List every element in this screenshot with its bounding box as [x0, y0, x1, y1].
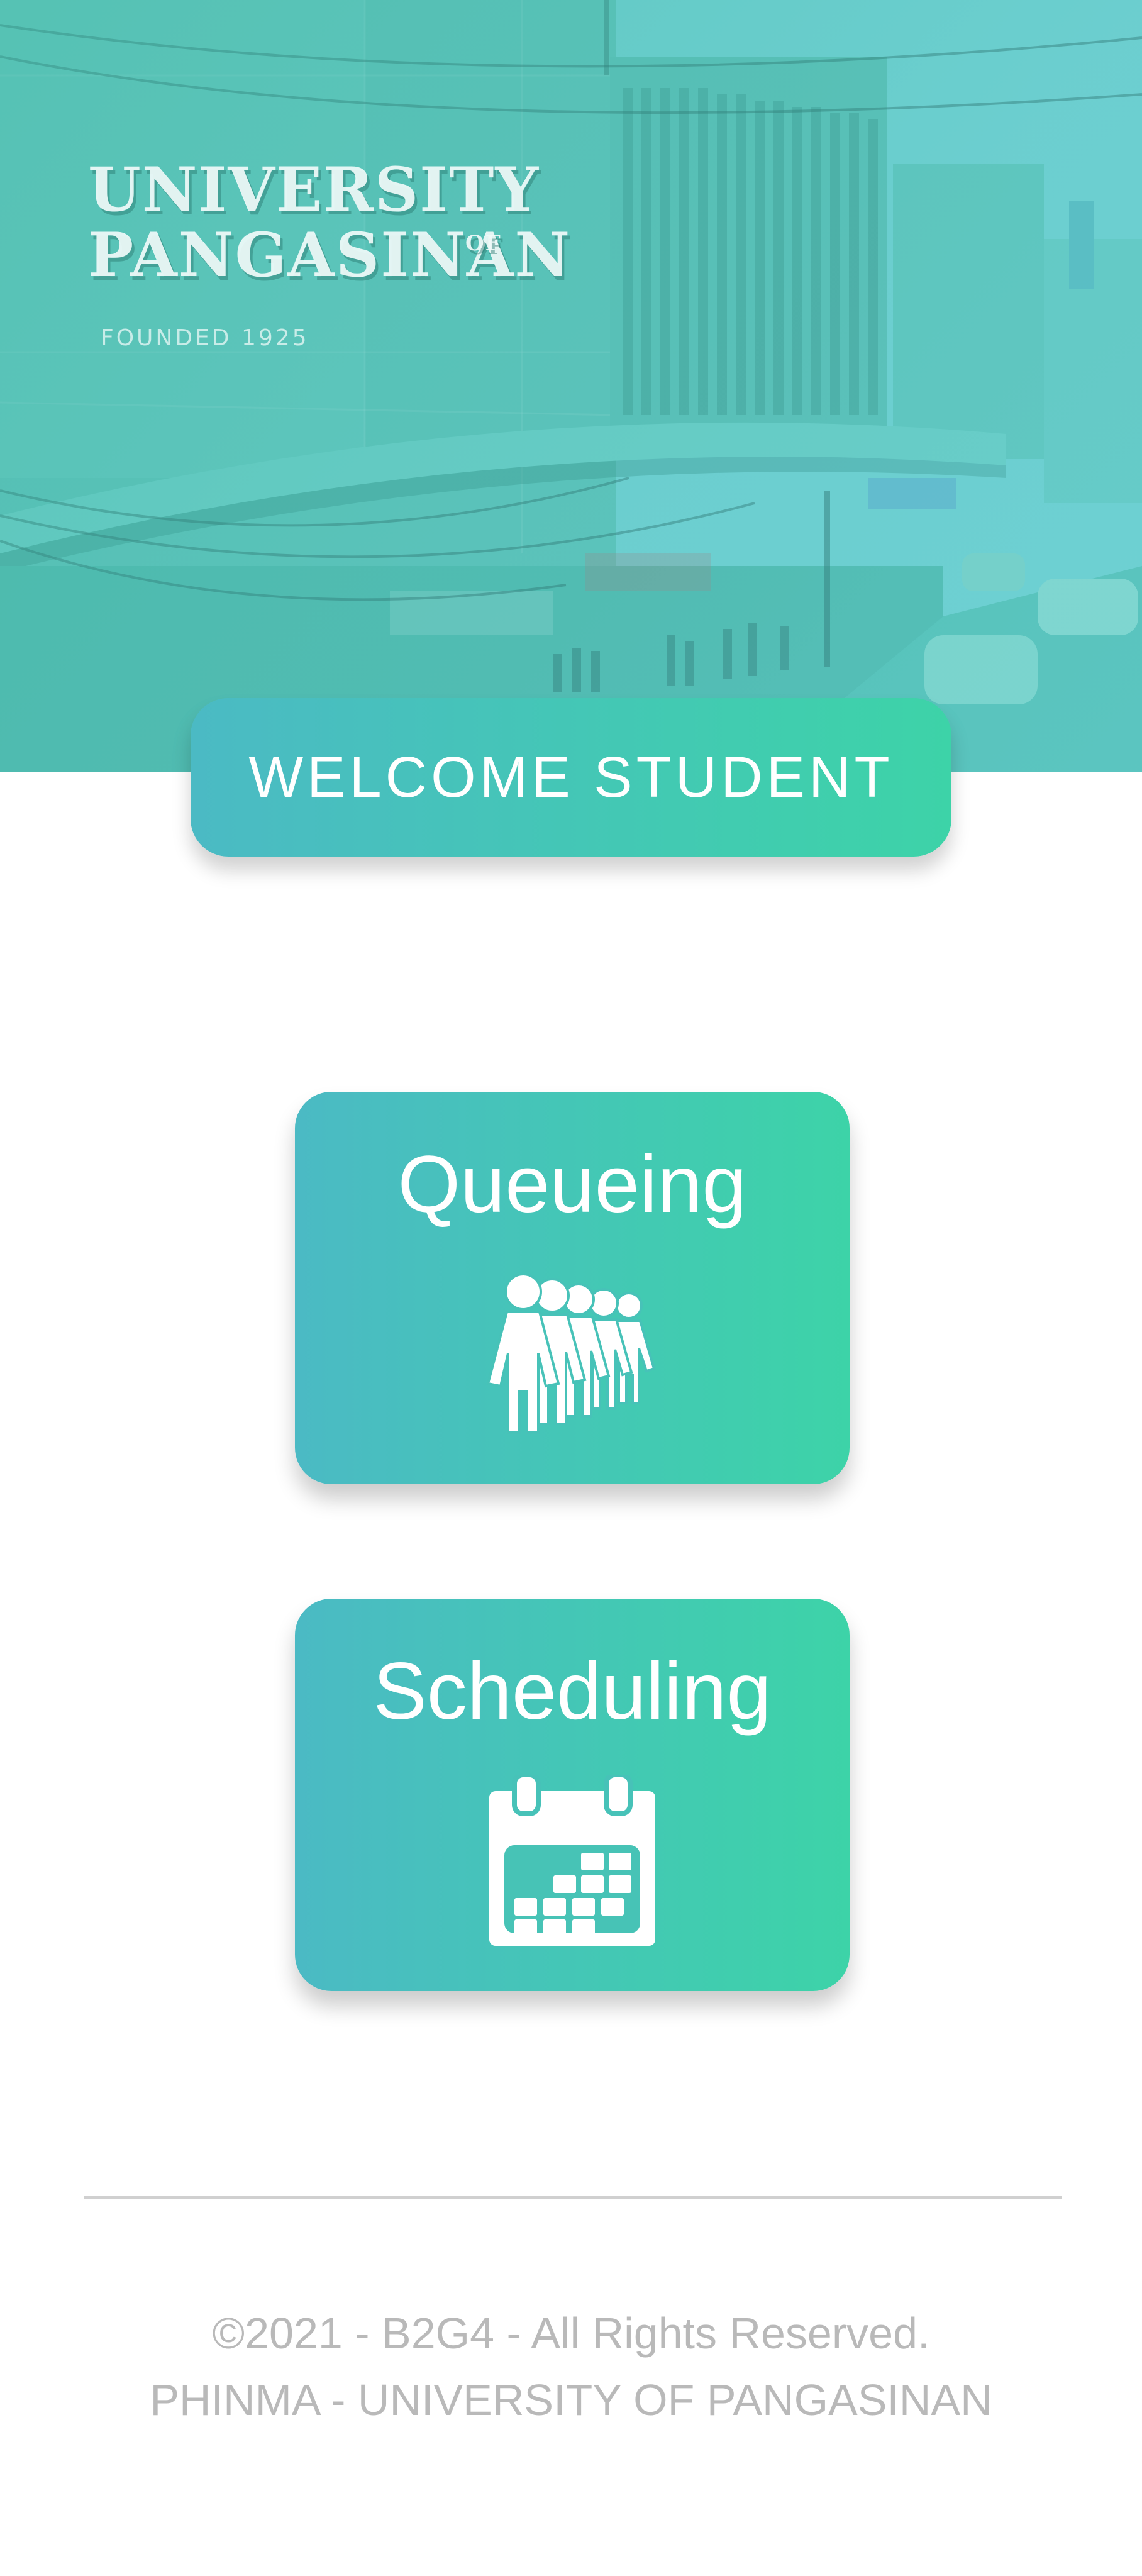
- campus-hero-image: UNIVERSITY PANGASINAN OF FOUNDED 1925: [0, 0, 1142, 772]
- footer-institution: PHINMA - UNIVERSITY OF PANGASINAN: [150, 2375, 992, 2424]
- sign-pangasinan: PANGASINAN: [88, 219, 572, 291]
- scheduling-label: Scheduling: [373, 1646, 772, 1736]
- scheduling-button[interactable]: Scheduling: [295, 1599, 850, 1991]
- welcome-banner: WELCOME STUDENT: [191, 698, 951, 857]
- hero-color-overlay: [0, 0, 1142, 772]
- people-queue-icon: [486, 1274, 656, 1434]
- footer-copyright: ©2021 - B2G4 - All Rights Reserved.: [212, 2309, 930, 2358]
- sign-university: UNIVERSITY: [88, 154, 540, 225]
- sign-of: OF: [465, 231, 502, 256]
- queueing-label: Queueing: [397, 1140, 747, 1230]
- university-sign: UNIVERSITY PANGASINAN OF FOUNDED 1925: [88, 154, 572, 350]
- queueing-button[interactable]: Queueing: [295, 1092, 850, 1484]
- footer-divider: [84, 2196, 1062, 2199]
- calendar-icon: [489, 1775, 655, 1946]
- sign-founded: FOUNDED 1925: [101, 325, 309, 351]
- student-home-page: UNIVERSITY PANGASINAN OF FOUNDED 1925 WE…: [0, 0, 1142, 2576]
- welcome-label: WELCOME STUDENT: [248, 745, 894, 809]
